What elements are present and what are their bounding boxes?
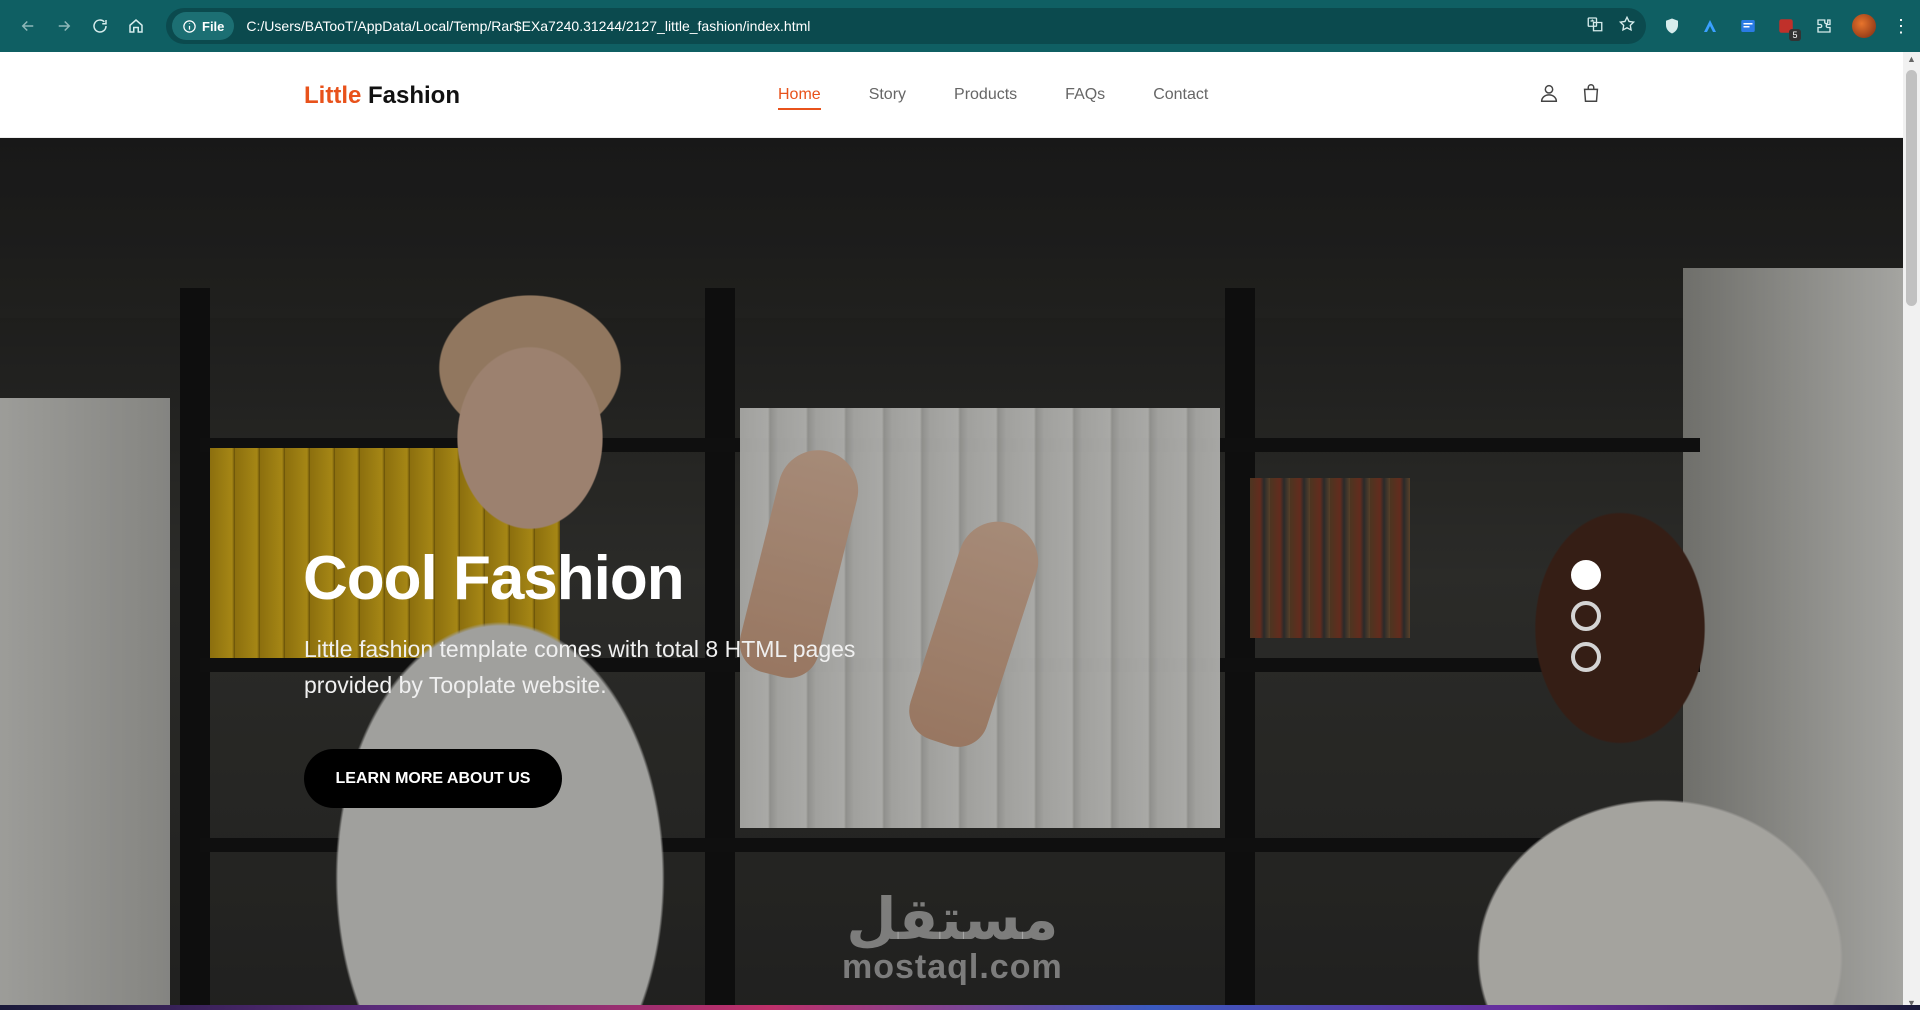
url-text[interactable]: C:/Users/BATooT/AppData/Local/Temp/Rar$E… bbox=[246, 18, 1586, 34]
nav-contact[interactable]: Contact bbox=[1153, 86, 1208, 110]
nav-home[interactable]: Home bbox=[778, 86, 821, 110]
watermark-arabic: مستقل bbox=[846, 885, 1059, 953]
vpn-extension-icon[interactable] bbox=[1700, 16, 1720, 36]
hero-title: Cool Fashion bbox=[303, 544, 685, 613]
hero-section: Cool Fashion Little fashion template com… bbox=[0, 138, 1903, 1010]
nav-faqs[interactable]: FAQs bbox=[1065, 86, 1105, 110]
info-icon bbox=[183, 19, 196, 33]
browser-menu-icon[interactable]: ⋮ bbox=[1892, 17, 1910, 35]
hero-description: Little fashion template comes with total… bbox=[304, 636, 856, 698]
shield-extension-icon[interactable] bbox=[1662, 16, 1682, 36]
learn-more-button[interactable]: LEARN MORE ABOUT US bbox=[304, 749, 562, 808]
desktop-taskbar-edge bbox=[0, 1005, 1920, 1010]
main-nav: Home Story Products FAQs Contact bbox=[778, 86, 1208, 110]
carousel-dot-2[interactable] bbox=[1571, 601, 1601, 631]
bookmark-star-icon[interactable] bbox=[1618, 15, 1636, 38]
badge-extension-icon[interactable]: 5 bbox=[1776, 16, 1801, 41]
profile-avatar[interactable] bbox=[1852, 14, 1876, 38]
watermark-latin: mostaql.com bbox=[842, 948, 1063, 986]
address-bar[interactable]: File C:/Users/BATooT/AppData/Local/Temp/… bbox=[166, 8, 1646, 44]
translate-icon[interactable] bbox=[1586, 15, 1604, 38]
scroll-up-icon[interactable]: ▲ bbox=[1907, 54, 1916, 64]
user-icon[interactable] bbox=[1538, 82, 1560, 109]
brand-rest: Fashion bbox=[368, 82, 461, 109]
browser-toolbar: File C:/Users/BATooT/AppData/Local/Temp/… bbox=[0, 0, 1920, 52]
hero-overlay bbox=[0, 138, 1903, 1010]
home-icon[interactable] bbox=[118, 8, 154, 44]
brand-logo[interactable]: Little Fashion bbox=[304, 82, 460, 110]
puzzle-extensions-icon[interactable] bbox=[1814, 16, 1834, 36]
page-scrollbar[interactable]: ▲ ▼ bbox=[1903, 52, 1920, 1010]
carousel-dot-1[interactable] bbox=[1571, 560, 1601, 590]
watermark: مستقل mostaql.com bbox=[842, 890, 1063, 987]
scrollbar-thumb[interactable] bbox=[1906, 70, 1917, 306]
reload-icon[interactable] bbox=[82, 8, 118, 44]
brand-accent: Little bbox=[304, 82, 362, 109]
back-icon[interactable] bbox=[10, 8, 46, 44]
carousel-dot-3[interactable] bbox=[1571, 642, 1601, 672]
carousel-indicators bbox=[1571, 560, 1601, 672]
shopping-bag-icon[interactable] bbox=[1580, 82, 1602, 109]
nav-products[interactable]: Products bbox=[954, 86, 1017, 110]
forward-icon[interactable] bbox=[46, 8, 82, 44]
site-chip-label: File bbox=[202, 18, 225, 34]
nav-story[interactable]: Story bbox=[869, 86, 906, 110]
form-extension-icon[interactable] bbox=[1738, 16, 1758, 36]
extension-badge-count: 5 bbox=[1789, 29, 1801, 41]
site-header: Little Fashion Home Story Products FAQs … bbox=[0, 52, 1903, 138]
site-info-chip[interactable]: File bbox=[172, 12, 235, 40]
